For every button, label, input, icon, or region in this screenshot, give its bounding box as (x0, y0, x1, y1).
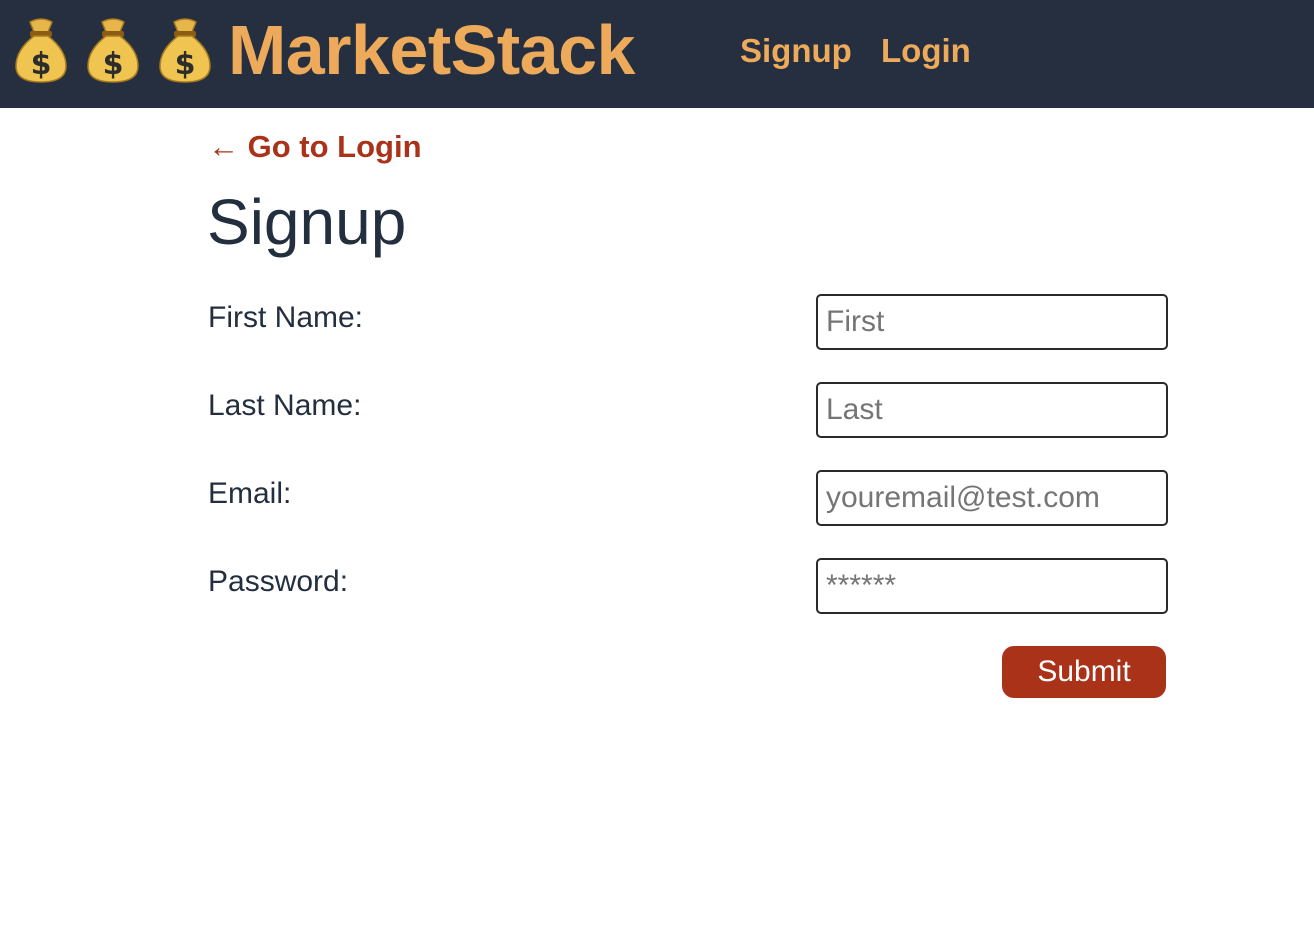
brand[interactable]: $ $ $ MarketStack (10, 10, 635, 90)
svg-text:$: $ (31, 47, 52, 82)
brand-name: MarketStack (228, 11, 635, 89)
last-name-label: Last Name: (208, 389, 362, 422)
svg-text:$: $ (175, 47, 196, 82)
email-label: Email: (208, 477, 292, 510)
password-label: Password: (208, 565, 349, 598)
go-to-login-link[interactable]: ← Go to Login (208, 126, 422, 168)
money-bag-icon: $ (154, 14, 216, 86)
page-title: Signup (207, 186, 407, 258)
email-field[interactable] (816, 470, 1168, 526)
submit-button[interactable]: Submit (1002, 646, 1166, 698)
money-bag-icon: $ (82, 14, 144, 86)
svg-text:$: $ (103, 47, 124, 82)
first-name-label: First Name: (208, 301, 364, 334)
last-name-field[interactable] (816, 382, 1168, 438)
nav-link-login[interactable]: Login (881, 30, 971, 72)
money-bag-icon: $ (10, 14, 72, 86)
password-field[interactable] (816, 558, 1168, 614)
first-name-field[interactable] (816, 294, 1168, 350)
nav-link-signup[interactable]: Signup (740, 30, 852, 72)
navbar: $ $ $ MarketStack Signup Login (0, 0, 1314, 108)
